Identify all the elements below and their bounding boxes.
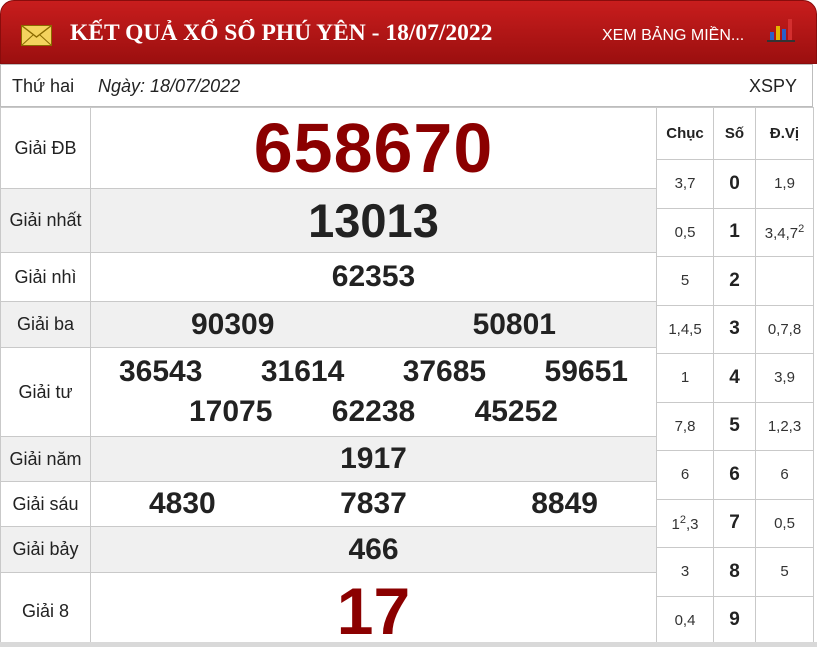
prize-number: 50801 [472,307,556,341]
prize-number: 13013 [308,194,439,247]
page-header: KẾT QUẢ XỔ SỐ PHÚ YÊN - 18/07/2022 XEM B… [0,0,817,64]
prize-number: 45252 [474,395,558,428]
loto-units: 3,4,72 [755,207,814,257]
mail-icon[interactable] [21,25,52,46]
loto-tens: 7,8 [656,401,714,451]
loto-units-text: 3,4,7 [764,224,799,242]
weekday-label: Thứ hai [12,76,75,96]
loto-units: 0,5 [755,498,814,548]
loto-digit: 7 [713,498,756,548]
loto-tens: 5 [656,256,714,306]
loto-header-dvi: Đ.Vị [755,107,814,160]
results-table: Giải ĐB 658670 Giải nhất 13013 Giải nhì … [0,107,657,647]
draw-info-bar: Thứ hai Ngày: 18/07/2022 XSPY [0,64,813,107]
loto-tens: 1,4,5 [656,304,714,354]
prize-number: 17 [336,574,411,647]
prize-row-first: Giải nhất 13013 [0,188,657,253]
loto-units: 3,9 [755,353,814,403]
loto-tens: 3 [656,547,714,597]
loto-header-chuc: Chục [656,107,714,160]
prize-row-special: Giải ĐB 658670 [0,107,657,189]
prize-label: Giải nhất [0,188,91,253]
loto-units [755,256,814,306]
bar-chart-icon[interactable] [767,16,795,42]
draw-date-label: Ngày: 18/07/2022 [98,76,241,96]
loto-tens: 0,4 [656,595,714,645]
loto-tens: 1 [656,353,714,403]
prize-row-seventh: Giải bảy 466 [0,526,657,573]
loto-header-row: Chục Số Đ.Vị [656,107,814,160]
prize-label: Giải nhì [0,252,91,302]
prize-row-fifth: Giải năm 1917 [0,436,657,482]
prize-label: Giải năm [0,436,91,482]
prize-row-second: Giải nhì 62353 [0,252,657,302]
prize-number: 4830 [149,487,216,520]
loto-digit: 8 [713,547,756,597]
loto-units: 1,9 [755,159,814,209]
view-region-table-link[interactable]: XEM BẢNG MIỀN... [602,27,744,45]
prize-label: Giải bảy [0,526,91,573]
loto-row: 3,7 0 1,9 [656,159,814,209]
prize-number: 17075 [189,395,273,428]
prize-label: Giải ba [0,301,91,348]
prize-number: 31614 [260,355,345,388]
page-title: KẾT QUẢ XỔ SỐ PHÚ YÊN - 18/07/2022 [70,20,493,46]
loto-row: 0,4 9 [656,595,814,645]
loto-tens: 12,3 [656,498,714,548]
prize-number: 8849 [531,487,598,520]
loto-units: 1,2,3 [755,401,814,451]
prize-row-sixth: Giải sáu 4830 7837 8849 [0,481,657,527]
prize-number: 90309 [191,307,275,341]
loto-digit: 0 [713,159,756,209]
prize-label: Giải 8 [0,572,91,647]
loto-tens: 6 [656,450,714,500]
loto-tens-text: 1 [671,515,680,533]
loto-digit: 4 [713,353,756,403]
prize-label: Giải sáu [0,481,91,527]
loto-table: Chục Số Đ.Vị 3,7 0 1,9 0,5 1 3,4,72 5 2 … [656,107,814,645]
prize-number: 59651 [544,355,628,388]
prize-row-eighth: Giải 8 17 [0,572,657,647]
loto-row: 6 6 6 [656,450,814,500]
prize-number: 466 [348,532,399,566]
loto-header-so: Số [713,107,756,160]
prize-row-fourth: Giải tư 36543 31614 37685 59651 17075 62… [0,347,657,437]
prize-number: 7837 [340,487,407,520]
prize-number: 62353 [331,260,416,293]
loto-digit: 5 [713,401,756,451]
prize-row-third: Giải ba 90309 50801 [0,301,657,348]
prize-number: 62238 [331,395,416,428]
bottom-divider [0,642,817,647]
prize-label: Giải ĐB [0,107,91,189]
prize-label: Giải tư [0,347,91,437]
loto-digit: 1 [713,207,756,257]
loto-row: 5 2 [656,256,814,306]
loto-units: 0,7,8 [755,304,814,354]
loto-digit: 2 [713,256,756,306]
loto-digit: 6 [713,450,756,500]
loto-row: 0,5 1 3,4,72 [656,207,814,257]
province-code-label: XSPY [748,76,797,96]
loto-row: 12,3 7 0,5 [656,498,814,548]
loto-row: 7,8 5 1,2,3 [656,401,814,451]
loto-units: 6 [755,450,814,500]
loto-units: 5 [755,547,814,597]
loto-digit: 9 [713,595,756,645]
loto-row: 3 8 5 [656,547,814,597]
loto-row: 1,4,5 3 0,7,8 [656,304,814,354]
loto-tens-tail: ,3 [685,515,699,533]
prize-number: 36543 [119,355,203,388]
loto-units-sup: 2 [798,222,805,235]
loto-tens: 3,7 [656,159,714,209]
loto-digit: 3 [713,304,756,354]
prize-number: 1917 [340,442,407,475]
prize-number: 37685 [402,355,487,388]
loto-units [755,595,814,645]
prize-number: 658670 [253,109,494,187]
loto-row: 1 4 3,9 [656,353,814,403]
loto-tens: 0,5 [656,207,714,257]
